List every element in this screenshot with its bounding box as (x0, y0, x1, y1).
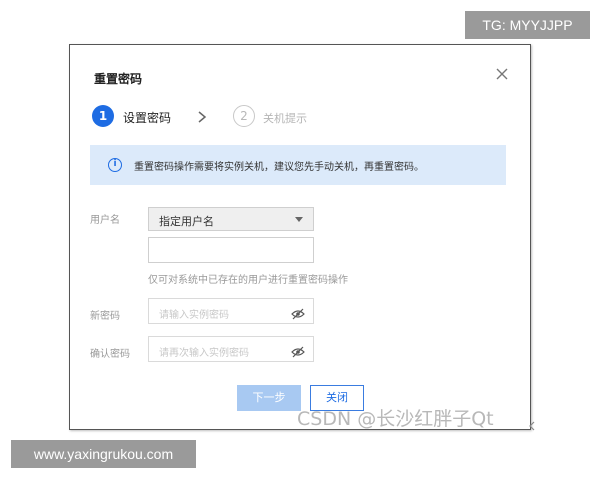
eye-hidden-icon[interactable] (291, 305, 305, 320)
notice-banner: i 重置密码操作需要将实例关机，建议您先手动关机，再重置密码。 (90, 145, 506, 185)
username-hint: 仅可对系统中已存在的用户进行重置密码操作 (148, 275, 348, 286)
step-2-indicator: 2 (233, 105, 255, 127)
tg-watermark-badge: TG: MYYJJPP (465, 11, 590, 39)
username-label: 用户名 (90, 215, 120, 226)
csdn-watermark: CSDN @长沙红胖子Qt (297, 408, 494, 430)
step-2-label: 关机提示 (263, 112, 307, 125)
info-icon: i (108, 158, 122, 172)
next-button[interactable]: 下一步 (237, 385, 301, 411)
eye-hidden-icon[interactable] (291, 343, 305, 358)
new-password-field[interactable]: 请输入实例密码 (148, 298, 314, 324)
new-password-placeholder: 请输入实例密码 (159, 310, 229, 321)
username-input[interactable] (148, 237, 314, 263)
confirm-password-placeholder: 请再次输入实例密码 (159, 348, 249, 359)
site-watermark-badge: www.yaxingrukou.com (11, 440, 196, 468)
confirm-password-label: 确认密码 (90, 349, 130, 360)
new-password-label: 新密码 (90, 311, 120, 322)
close-icon[interactable] (494, 66, 510, 82)
username-select[interactable]: 指定用户名 (148, 207, 314, 231)
step-1-indicator: 1 (92, 105, 114, 127)
notice-text: 重置密码操作需要将实例关机，建议您先手动关机，再重置密码。 (134, 162, 424, 173)
confirm-password-field[interactable]: 请再次输入实例密码 (148, 336, 314, 362)
reset-password-dialog: 重置密码 1 设置密码 2 关机提示 i 重置密码操作需要将实例关机，建议您先手… (69, 44, 531, 430)
chevron-right-icon (196, 109, 208, 123)
chevron-left-icon (528, 416, 536, 431)
dialog-title: 重置密码 (94, 72, 143, 86)
username-select-value: 指定用户名 (159, 215, 214, 228)
caret-down-icon (295, 217, 303, 222)
step-1-label: 设置密码 (123, 111, 172, 125)
